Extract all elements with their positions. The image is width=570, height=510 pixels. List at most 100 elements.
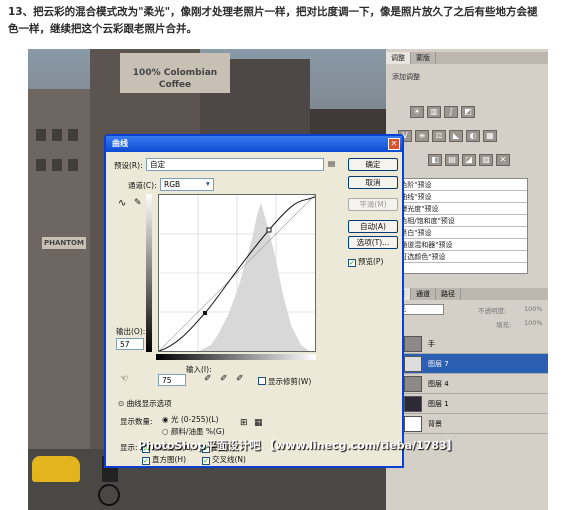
checkbox-box[interactable]	[258, 377, 266, 385]
white-eyedropper-icon[interactable]: ✐	[236, 374, 244, 384]
check-icon[interactable]: ✓	[348, 259, 356, 267]
preset-item[interactable]: "色阶"预设	[393, 179, 527, 191]
show-label: 显示:	[120, 443, 138, 452]
channel-label: 通道(C):	[128, 181, 157, 190]
preset-item[interactable]: "通道混和器"预设	[393, 239, 527, 251]
preset-item[interactable]: "曲线"预设	[393, 191, 527, 203]
smooth-button[interactable]: 平滑(M)	[348, 198, 398, 211]
levels-icon[interactable]: ▥	[427, 106, 441, 118]
opacity-value[interactable]: 100%	[524, 305, 543, 313]
preset-label: 预设(R):	[114, 161, 143, 170]
hand-icon[interactable]: ☜	[120, 374, 128, 384]
layer-row[interactable]: ●图层 4	[388, 374, 548, 394]
dialog-title: 曲线	[106, 136, 402, 152]
layer-row[interactable]: 手	[388, 334, 548, 354]
billboard-coffee: 100% Colombian Coffee	[120, 53, 230, 93]
color-balance-icon[interactable]: ⚖	[432, 130, 446, 142]
hue-sat-icon[interactable]: ≡	[415, 130, 429, 142]
show-amount-label: 显示数量:	[120, 417, 153, 426]
layer-name: 图层 4	[428, 380, 449, 388]
threshold-icon[interactable]: ◪	[462, 154, 476, 166]
layer-name: 手	[428, 340, 435, 348]
cancel-button[interactable]: 取消	[348, 176, 398, 189]
layer-thumb	[404, 356, 422, 372]
window	[68, 159, 78, 171]
exposure-icon[interactable]: ◩	[461, 106, 475, 118]
tab-masks[interactable]: 蒙版	[411, 52, 436, 64]
histogram-checkbox[interactable]: ✓ 直方图(H)	[142, 454, 186, 465]
curve-point-active[interactable]	[203, 311, 207, 315]
channel-mixer-icon[interactable]: ▦	[483, 130, 497, 142]
pigment-radio-label: 颜料/油墨 %(G)	[170, 427, 225, 436]
layer-row-selected[interactable]: ●图层 7	[388, 354, 548, 374]
posterize-icon[interactable]: ▤	[445, 154, 459, 166]
show-clipping-checkbox[interactable]: 显示修剪(W)	[258, 376, 311, 387]
bike-wheel	[98, 484, 120, 506]
layer-name: 背景	[428, 420, 442, 428]
intersection-checkbox[interactable]: ✓ 交叉线(N)	[202, 454, 246, 465]
selective-color-icon[interactable]: ✕	[496, 154, 510, 166]
fill-label: 填充:	[496, 321, 512, 329]
invert-icon[interactable]: ◧	[428, 154, 442, 166]
preset-select[interactable]: 自定	[146, 158, 324, 171]
layer-row[interactable]: ●图层 1	[388, 394, 548, 414]
preview-label: 预览(P)	[358, 257, 384, 266]
preview-checkbox[interactable]: ✓ 预览(P)	[348, 256, 383, 267]
light-radio-label: 光 (0-255)(L)	[170, 415, 219, 424]
tab-adjustments[interactable]: 调整	[386, 52, 411, 64]
fill-value[interactable]: 100%	[524, 319, 543, 327]
preset-menu-icon[interactable]: ▤	[328, 159, 335, 168]
options-button[interactable]: 选项(T)...	[348, 236, 398, 249]
tab-paths[interactable]: 路径	[436, 288, 461, 300]
histogram-label: 直方图(H)	[152, 455, 186, 464]
layer-thumb	[404, 416, 422, 432]
curve-svg	[158, 194, 316, 352]
window	[36, 129, 46, 141]
layers-tabbar: 图层通道路径	[386, 288, 548, 300]
pigment-radio[interactable]: ○ 颜料/油墨 %(G)	[162, 426, 225, 437]
adjust-icons-row3: ◧ ▤ ◪ ▨ ✕	[428, 154, 510, 166]
layer-row[interactable]: ●背景	[388, 414, 548, 434]
input-field[interactable]: 75	[158, 374, 186, 386]
intro-line-1: 13、把云彩的混合模式改为"柔光"，像刚才处理老照片一样，把对比度调一下，像是照…	[8, 6, 538, 18]
output-field[interactable]: 57	[116, 338, 144, 350]
ok-button[interactable]: 确定	[348, 158, 398, 171]
taxi	[32, 456, 80, 482]
black-eyedropper-icon[interactable]: ✐	[204, 374, 212, 384]
chevron-down-icon[interactable]: ▾	[206, 179, 210, 188]
curve-options-toggle[interactable]: ⊙ 曲线显示选项	[118, 398, 172, 409]
brightness-icon[interactable]: ☀	[410, 106, 424, 118]
collapse-icon[interactable]: ⊙	[118, 399, 124, 408]
curve-graph[interactable]	[158, 194, 316, 352]
layer-thumb	[404, 376, 422, 392]
check-icon[interactable]: ✓	[142, 457, 150, 465]
preset-item[interactable]: "黑白"预设	[393, 227, 527, 239]
layer-thumb	[404, 336, 422, 352]
close-icon[interactable]: ✕	[388, 138, 400, 150]
building-left	[28, 89, 90, 449]
curve-point[interactable]	[266, 227, 272, 233]
gray-eyedropper-icon[interactable]: ✐	[220, 374, 228, 384]
light-radio[interactable]: ◉ 光 (0-255)(L)	[162, 414, 219, 425]
black-white-icon[interactable]: ◣	[449, 130, 463, 142]
window	[68, 129, 78, 141]
gradient-map-icon[interactable]: ▨	[479, 154, 493, 166]
tab-channels[interactable]: 通道	[411, 288, 436, 300]
input-gradient	[156, 354, 316, 360]
auto-button[interactable]: 自动(A)	[348, 220, 398, 233]
pencil-icon[interactable]: ✎	[134, 198, 142, 208]
output-label: 输出(O):	[116, 327, 146, 336]
curves-dialog: 曲线 ✕ 预设(R): 自定 ▤ 通道(C): RGB ▾ ∿ ✎ 输出(O):…	[104, 134, 404, 468]
grid-10-icon[interactable]: ▦	[254, 418, 263, 428]
preset-item[interactable]: "曝光度"预设	[393, 203, 527, 215]
preset-item[interactable]: "色相/饱和度"预设	[393, 215, 527, 227]
show-clipping-label: 显示修剪(W)	[268, 377, 312, 386]
adjust-title: 添加调整	[392, 73, 420, 81]
photo-filter-icon[interactable]: ◐	[466, 130, 480, 142]
preset-item[interactable]: "可选颜色"预设	[393, 251, 527, 263]
curve-tool-icon[interactable]: ∿	[118, 198, 126, 209]
check-icon[interactable]: ✓	[202, 457, 210, 465]
layer-thumb	[404, 396, 422, 412]
grid-4-icon[interactable]: ⊞	[240, 418, 248, 428]
curves-icon[interactable]: ∫	[444, 106, 458, 118]
